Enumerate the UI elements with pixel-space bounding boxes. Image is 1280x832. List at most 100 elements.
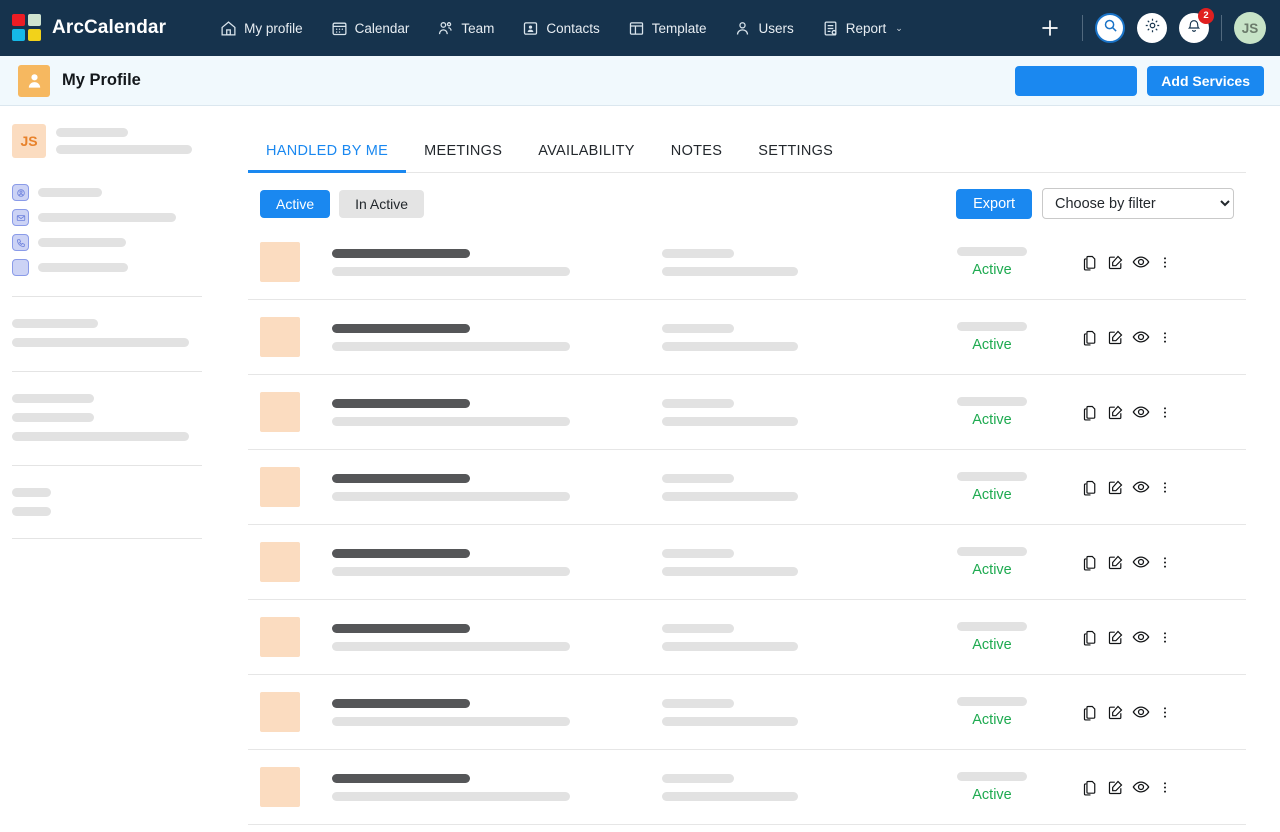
eye-icon[interactable] bbox=[1132, 778, 1150, 796]
top-nav-actions: 2 JS bbox=[1030, 8, 1266, 48]
skeleton-line bbox=[662, 342, 798, 351]
row-secondary-cell bbox=[662, 249, 902, 276]
status-badge: Active bbox=[972, 487, 1012, 503]
filter-inactive-button[interactable]: In Active bbox=[339, 190, 424, 218]
more-vertical-icon[interactable] bbox=[1158, 629, 1172, 646]
edit-icon[interactable] bbox=[1107, 479, 1124, 496]
more-vertical-icon[interactable] bbox=[1158, 479, 1172, 496]
notifications-button[interactable]: 2 bbox=[1179, 13, 1209, 43]
skeleton-title bbox=[332, 399, 470, 408]
export-button[interactable]: Export bbox=[956, 189, 1032, 219]
skeleton-line bbox=[957, 697, 1027, 706]
edit-icon[interactable] bbox=[1107, 404, 1124, 421]
edit-icon[interactable] bbox=[1107, 554, 1124, 571]
row-actions bbox=[1082, 403, 1280, 421]
filter-active-button[interactable]: Active bbox=[260, 190, 330, 218]
row-actions bbox=[1082, 328, 1280, 346]
nav-item-contacts[interactable]: Contacts bbox=[508, 12, 613, 45]
add-button[interactable] bbox=[1030, 8, 1070, 48]
copy-icon[interactable] bbox=[1082, 629, 1099, 646]
copy-icon[interactable] bbox=[1082, 479, 1099, 496]
divider bbox=[1082, 15, 1083, 41]
status-badge: Active bbox=[972, 562, 1012, 578]
more-vertical-icon[interactable] bbox=[1158, 254, 1172, 271]
status-badge: Active bbox=[972, 787, 1012, 803]
settings-button[interactable] bbox=[1137, 13, 1167, 43]
table-row[interactable]: Active bbox=[248, 525, 1246, 600]
table-row[interactable]: Active bbox=[248, 450, 1246, 525]
nav-label: Report bbox=[846, 21, 887, 36]
skeleton-line bbox=[662, 324, 734, 333]
skeleton-line bbox=[12, 488, 51, 497]
sidebar-contact-item[interactable] bbox=[8, 259, 206, 276]
skeleton-subtitle bbox=[332, 717, 570, 726]
nav-item-template[interactable]: Template bbox=[614, 12, 721, 45]
sidebar-contact-item[interactable] bbox=[8, 234, 206, 251]
table-row[interactable]: Active bbox=[248, 375, 1246, 450]
search-button[interactable] bbox=[1095, 13, 1125, 43]
copy-icon[interactable] bbox=[1082, 554, 1099, 571]
status-badge: Active bbox=[972, 712, 1012, 728]
skeleton-line bbox=[957, 397, 1027, 406]
tab-meetings[interactable]: MEETINGS bbox=[406, 143, 520, 173]
eye-icon[interactable] bbox=[1132, 253, 1150, 271]
eye-icon[interactable] bbox=[1132, 553, 1150, 571]
row-status-cell: Active bbox=[902, 697, 1082, 728]
skeleton-title bbox=[332, 699, 470, 708]
skeleton-title bbox=[332, 624, 470, 633]
nav-item-calendar[interactable]: Calendar bbox=[317, 12, 424, 45]
eye-icon[interactable] bbox=[1132, 478, 1150, 496]
avatar[interactable]: JS bbox=[1234, 12, 1266, 44]
filter-toolbar-right: Export Choose by filter bbox=[956, 188, 1234, 219]
copy-icon[interactable] bbox=[1082, 329, 1099, 346]
table-row[interactable]: Active bbox=[248, 225, 1246, 300]
eye-icon[interactable] bbox=[1132, 403, 1150, 421]
table-row[interactable]: Active bbox=[248, 675, 1246, 750]
primary-action-button[interactable] bbox=[1015, 66, 1137, 96]
sidebar-section-one bbox=[8, 297, 206, 347]
eye-icon[interactable] bbox=[1132, 328, 1150, 346]
copy-icon[interactable] bbox=[1082, 254, 1099, 271]
sidebar-contact-item[interactable] bbox=[8, 209, 206, 226]
copy-icon[interactable] bbox=[1082, 704, 1099, 721]
nav-item-users[interactable]: Users bbox=[720, 12, 807, 45]
choose-by-filter-select[interactable]: Choose by filter bbox=[1042, 188, 1234, 219]
add-services-button[interactable]: Add Services bbox=[1147, 66, 1264, 96]
skeleton-line bbox=[662, 474, 734, 483]
nav-item-my-profile[interactable]: My profile bbox=[206, 12, 317, 45]
copy-icon[interactable] bbox=[1082, 404, 1099, 421]
row-secondary-cell bbox=[662, 624, 902, 651]
sidebar-contact-item[interactable] bbox=[8, 184, 206, 201]
edit-icon[interactable] bbox=[1107, 704, 1124, 721]
table-row[interactable]: Active bbox=[248, 300, 1246, 375]
row-status-cell: Active bbox=[902, 397, 1082, 428]
row-secondary-cell bbox=[662, 774, 902, 801]
skeleton-line bbox=[662, 267, 798, 276]
nav-item-team[interactable]: Team bbox=[423, 12, 508, 45]
skeleton-line bbox=[38, 188, 102, 197]
table-row[interactable]: Active bbox=[248, 600, 1246, 675]
copy-icon[interactable] bbox=[1082, 779, 1099, 796]
edit-icon[interactable] bbox=[1107, 329, 1124, 346]
tab-notes[interactable]: NOTES bbox=[653, 143, 740, 173]
tab-handled-by-me[interactable]: HANDLED BY ME bbox=[248, 143, 406, 173]
row-status-cell: Active bbox=[902, 772, 1082, 803]
row-primary-cell bbox=[332, 249, 662, 276]
eye-icon[interactable] bbox=[1132, 703, 1150, 721]
more-vertical-icon[interactable] bbox=[1158, 329, 1172, 346]
more-vertical-icon[interactable] bbox=[1158, 704, 1172, 721]
tab-settings[interactable]: SETTINGS bbox=[740, 143, 851, 173]
more-vertical-icon[interactable] bbox=[1158, 779, 1172, 796]
eye-icon[interactable] bbox=[1132, 628, 1150, 646]
edit-icon[interactable] bbox=[1107, 254, 1124, 271]
more-vertical-icon[interactable] bbox=[1158, 554, 1172, 571]
nav-item-report[interactable]: Report ⌄ bbox=[808, 12, 917, 45]
table-row[interactable]: Active bbox=[248, 750, 1246, 825]
edit-icon[interactable] bbox=[1107, 779, 1124, 796]
app-logo[interactable] bbox=[12, 14, 42, 42]
edit-icon[interactable] bbox=[1107, 629, 1124, 646]
envelope-icon bbox=[12, 209, 29, 226]
tab-availability[interactable]: AVAILABILITY bbox=[520, 143, 653, 173]
row-secondary-cell bbox=[662, 324, 902, 351]
more-vertical-icon[interactable] bbox=[1158, 404, 1172, 421]
